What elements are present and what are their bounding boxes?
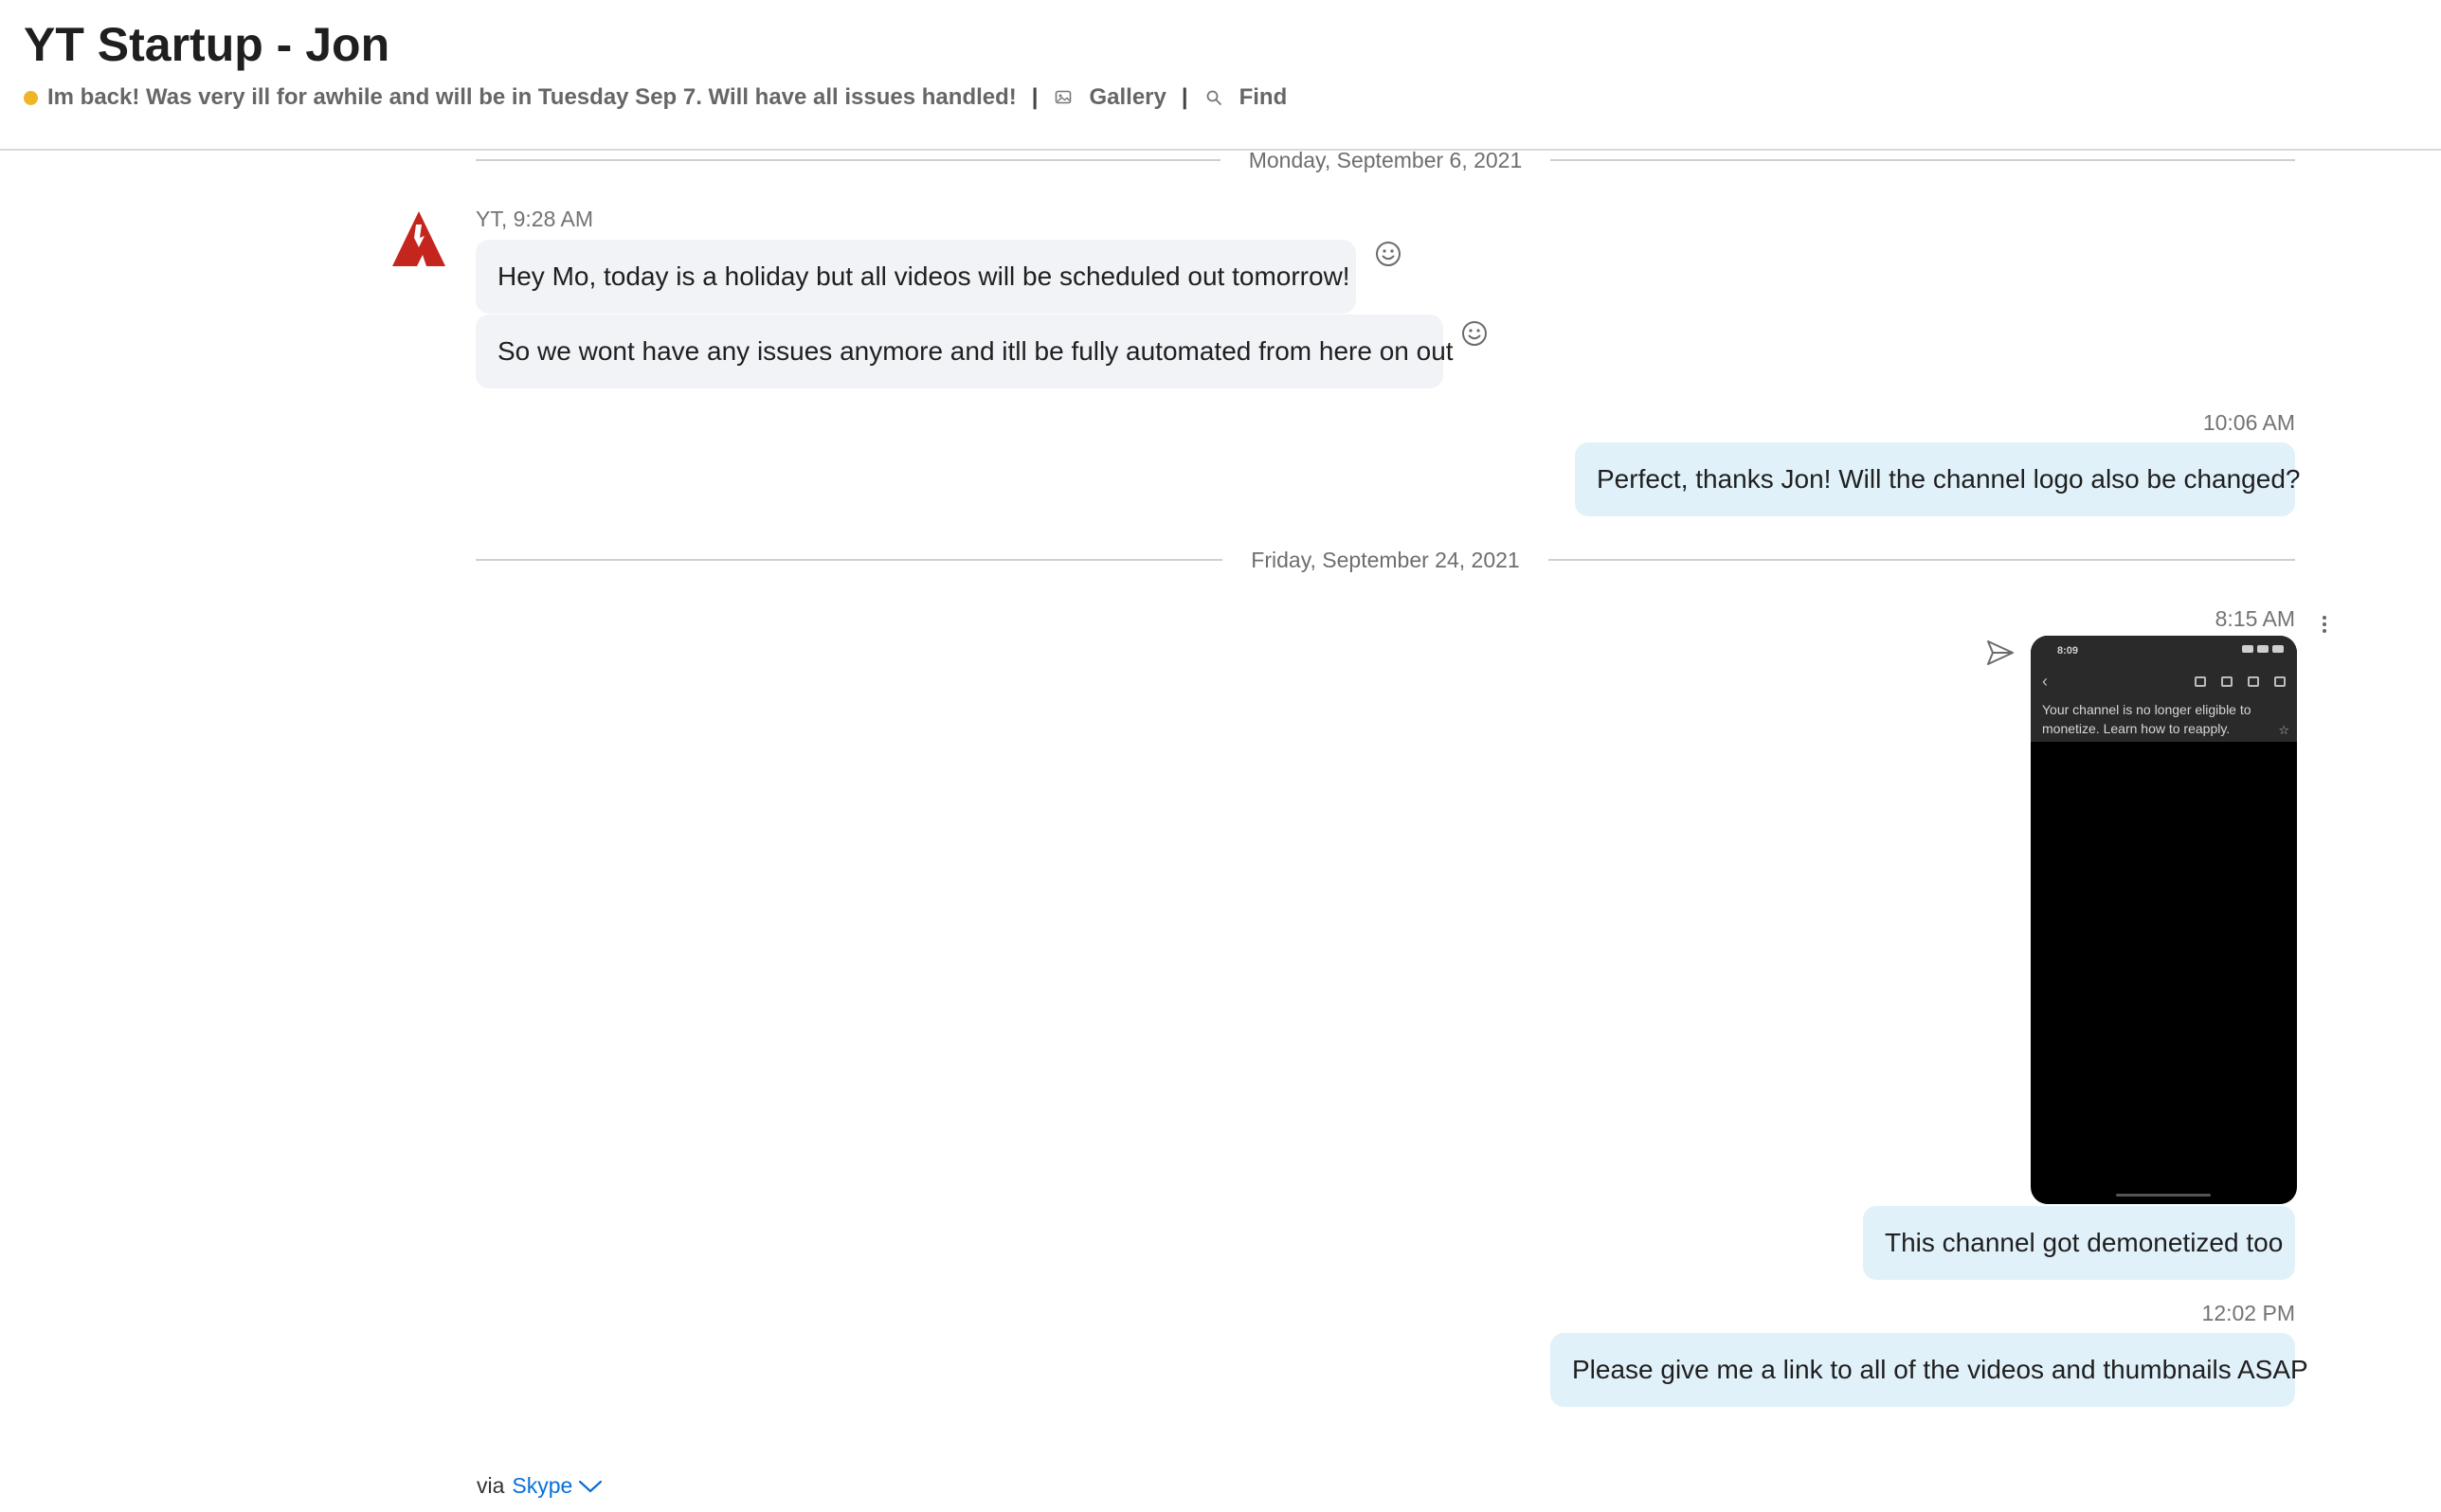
outgoing-message[interactable]: This channel got demonetized too xyxy=(1863,1206,2295,1280)
date-divider: Monday, September 6, 2021 xyxy=(476,146,2296,174)
screenshot-notice: Your channel is no longer eligible to mo… xyxy=(2042,702,2251,736)
message-text: Hey Mo, today is a holiday but all video… xyxy=(497,261,1350,291)
incoming-message[interactable]: Hey Mo, today is a holiday but all video… xyxy=(476,240,1356,314)
date-label: Monday, September 6, 2021 xyxy=(1248,147,1523,172)
conversation-title: YT Startup - Jon xyxy=(24,18,390,71)
archive-icon xyxy=(2195,675,2206,687)
phone-actions xyxy=(2195,675,2286,687)
status-dot-icon xyxy=(24,90,38,105)
image-attachment[interactable]: 8:09 ‹ Your channel is no longer eligibl… xyxy=(2031,636,2297,1204)
phone-status-time: 8:09 xyxy=(2057,645,2079,657)
message-text: Please give me a link to all of the vide… xyxy=(1572,1355,2308,1384)
smiley-icon[interactable] xyxy=(1459,318,1490,349)
smiley-icon[interactable] xyxy=(1373,239,1403,269)
status-message: Im back! Was very ill for awhile and wil… xyxy=(47,84,1017,110)
separator: | xyxy=(1031,84,1039,110)
star-icon: ☆ xyxy=(2278,723,2289,737)
find-button[interactable]: Find xyxy=(1205,84,1288,111)
outgoing-message[interactable]: Perfect, thanks Jon! Will the channel lo… xyxy=(1575,442,2300,516)
signal-icon xyxy=(2242,645,2253,653)
header-subbar: Im back! Was very ill for awhile and wil… xyxy=(24,82,1287,113)
gallery-icon xyxy=(1056,90,1072,104)
battery-icon xyxy=(2272,645,2284,653)
divider-line xyxy=(476,159,1220,161)
separator: | xyxy=(1181,84,1188,110)
phone-toolbar: ‹ xyxy=(2042,672,2286,691)
forward-icon[interactable] xyxy=(1985,638,2016,668)
message-text: Perfect, thanks Jon! Will the channel lo… xyxy=(1597,464,2301,494)
skype-link-label: Skype xyxy=(512,1473,573,1498)
phone-status-icons xyxy=(2242,645,2284,653)
search-icon xyxy=(1206,90,1221,105)
message-text: This channel got demonetized too xyxy=(1885,1228,2284,1257)
outgoing-message[interactable]: Please give me a link to all of the vide… xyxy=(1550,1333,2308,1407)
incoming-message[interactable]: So we wont have any issues anymore and i… xyxy=(476,315,1454,388)
divider-line xyxy=(1547,559,2295,561)
chevron-down-icon xyxy=(579,1480,603,1492)
footer: via Skype xyxy=(477,1473,603,1499)
message-text: So we wont have any issues anymore and i… xyxy=(497,336,1454,366)
gallery-label: Gallery xyxy=(1089,84,1166,110)
chat-window: YT Startup - Jon Im back! Was very ill f… xyxy=(0,0,2441,1512)
phone-home-bar xyxy=(2116,1194,2211,1197)
back-arrow-icon: ‹ xyxy=(2042,672,2048,691)
message-time: 10:06 AM xyxy=(2202,410,2295,435)
mail-icon xyxy=(2248,675,2259,687)
wifi-icon xyxy=(2257,645,2269,653)
chat-header: YT Startup - Jon Im back! Was very ill f… xyxy=(0,0,2441,151)
sender-avatar[interactable] xyxy=(390,209,447,268)
gallery-button[interactable]: Gallery xyxy=(1055,84,1166,111)
divider-line xyxy=(476,559,1223,561)
find-label: Find xyxy=(1239,84,1288,110)
divider-line xyxy=(1550,159,2296,161)
date-divider: Friday, September 24, 2021 xyxy=(476,546,2295,574)
message-time: 8:15 AM xyxy=(2215,606,2295,631)
screenshot-header: 8:09 ‹ Your channel is no longer eligibl… xyxy=(2031,636,2297,742)
message-time: 12:02 PM xyxy=(2201,1301,2295,1325)
via-label: via xyxy=(477,1473,505,1498)
more-options-icon[interactable] xyxy=(2318,614,2331,635)
sender-meta: YT, 9:28 AM xyxy=(476,207,594,231)
date-label: Friday, September 24, 2021 xyxy=(1251,547,1520,572)
menu-icon xyxy=(2274,675,2286,687)
skype-link[interactable]: Skype xyxy=(512,1473,603,1499)
delete-icon xyxy=(2221,675,2233,687)
